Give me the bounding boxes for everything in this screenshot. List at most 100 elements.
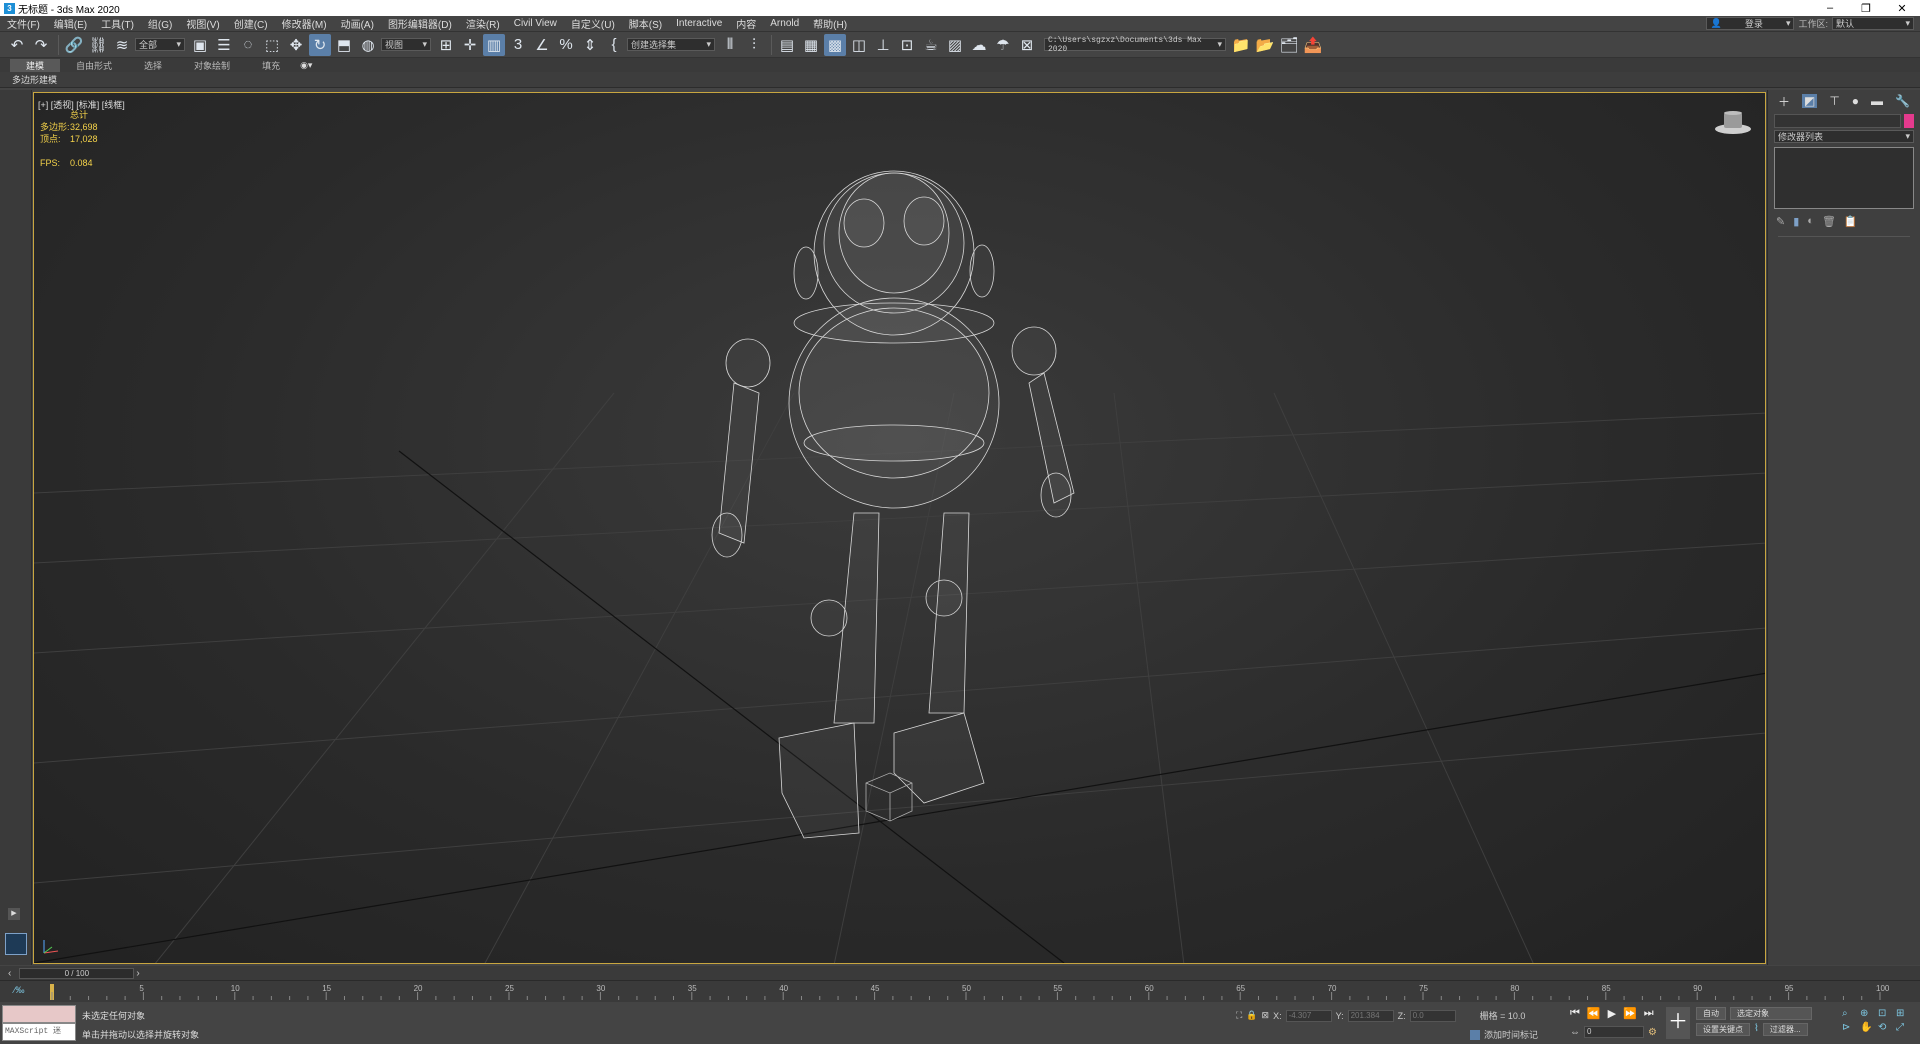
pan-icon[interactable]: ✋ bbox=[1860, 1022, 1876, 1033]
layer-explorer-icon[interactable]: ▦ bbox=[800, 34, 822, 56]
menu-create[interactable]: 创建(C) bbox=[227, 16, 275, 31]
ribbon-toggle-icon[interactable]: ▩ bbox=[824, 33, 846, 56]
display-tab-icon[interactable]: ▬ bbox=[1871, 94, 1883, 108]
menu-graph-editors[interactable]: 图形编辑器(D) bbox=[381, 16, 459, 31]
maxscript-input[interactable]: MAXScript 迷 bbox=[2, 1023, 76, 1041]
pin-stack-icon[interactable]: ✎ bbox=[1776, 215, 1785, 228]
z-coordinate-field[interactable]: 0.0 bbox=[1409, 1009, 1456, 1022]
prev-key-icon[interactable]: ⏪ bbox=[1587, 1007, 1601, 1020]
spinner-snap-icon[interactable]: ⇕ bbox=[579, 34, 601, 56]
fov-icon[interactable]: ⊳ bbox=[1842, 1022, 1858, 1033]
menu-civil-view[interactable]: Civil View bbox=[507, 18, 564, 29]
absolute-mode-icon[interactable]: ⊠ bbox=[1262, 1010, 1270, 1021]
modify-tab-icon[interactable]: ◩ bbox=[1801, 94, 1818, 108]
schematic-view-icon[interactable]: ⊥ bbox=[872, 34, 894, 56]
redo-icon[interactable]: ↷ bbox=[30, 34, 52, 56]
percent-snap-icon[interactable]: % bbox=[555, 34, 577, 56]
auto-key-button[interactable]: 自动 bbox=[1696, 1007, 1726, 1020]
zoom-all-icon[interactable]: ⊕ bbox=[1860, 1008, 1876, 1019]
utilities-tab-icon[interactable]: 🔧 bbox=[1895, 94, 1910, 108]
modifier-stack[interactable] bbox=[1774, 147, 1914, 209]
create-tab-icon[interactable]: ＋ bbox=[1778, 93, 1790, 110]
goto-start-icon[interactable]: ⏮ bbox=[1570, 1007, 1580, 1020]
ribbon-tab-modeling[interactable]: 建模 bbox=[10, 58, 61, 72]
render-gallery-icon[interactable]: ⊠ bbox=[1016, 34, 1038, 56]
key-filters-button[interactable]: 过滤器... bbox=[1762, 1023, 1808, 1036]
ref-coord-dropdown[interactable]: 视图 ▾ bbox=[381, 38, 431, 51]
modifier-list-dropdown[interactable]: 修改器列表 ▾ bbox=[1774, 130, 1914, 143]
close-button[interactable]: ✕ bbox=[1884, 2, 1920, 15]
maxscript-listener[interactable]: MAXScript 迷 bbox=[2, 1005, 76, 1041]
ribbon-options-icon[interactable]: ◉▾ bbox=[300, 60, 312, 71]
maximize-viewport-icon[interactable]: ⤢ bbox=[1896, 1022, 1912, 1033]
named-selection-dropdown[interactable]: 创建选择集 ▾ bbox=[627, 38, 715, 51]
menu-modifiers[interactable]: 修改器(M) bbox=[275, 16, 334, 31]
export-folder-icon[interactable]: 📤 bbox=[1302, 34, 1324, 56]
save-folder-icon[interactable]: 🗂 bbox=[1278, 34, 1300, 56]
show-end-result-icon[interactable]: ▮ bbox=[1793, 215, 1799, 228]
ribbon-tab-freeform[interactable]: 自由形式 bbox=[60, 59, 128, 72]
next-key-icon[interactable]: ⏩ bbox=[1623, 1007, 1637, 1020]
viewcube-hat-icon[interactable] bbox=[1713, 107, 1753, 137]
menu-rendering[interactable]: 渲染(R) bbox=[459, 16, 507, 31]
time-config-icon[interactable]: ⚙ bbox=[1648, 1027, 1657, 1038]
open-folder-icon[interactable]: 📂 bbox=[1254, 34, 1276, 56]
select-object-icon[interactable]: ▣ bbox=[189, 34, 211, 56]
signin-dropdown[interactable]: 👤 登录 ▾ bbox=[1706, 17, 1795, 30]
project-path-dropdown[interactable]: C:\Users\sgzxz\Documents\3ds Max 2020 ▾ bbox=[1044, 36, 1226, 54]
configure-sets-icon[interactable]: 📋 bbox=[1844, 215, 1858, 228]
align-icon[interactable]: ⫶ bbox=[743, 34, 765, 56]
object-color-swatch[interactable] bbox=[1904, 114, 1914, 128]
undo-icon[interactable]: ↶ bbox=[6, 34, 28, 56]
menu-help[interactable]: 帮助(H) bbox=[806, 16, 854, 31]
select-move-icon[interactable]: ✥ bbox=[285, 34, 307, 56]
make-unique-icon[interactable]: ◐ bbox=[1807, 215, 1814, 228]
window-crossing-icon[interactable]: ⬚ bbox=[261, 34, 283, 56]
menu-views[interactable]: 视图(V) bbox=[179, 16, 226, 31]
menu-customize[interactable]: 自定义(U) bbox=[564, 16, 622, 31]
next-frame-icon[interactable]: › bbox=[136, 968, 139, 979]
select-scale-icon[interactable]: ⬒ bbox=[333, 34, 355, 56]
restore-button[interactable]: ❐ bbox=[1848, 2, 1884, 15]
select-place-icon[interactable]: ◍ bbox=[357, 34, 379, 56]
curve-editor-icon[interactable]: ◫ bbox=[848, 34, 870, 56]
pivot-center-icon[interactable]: ⊞ bbox=[435, 34, 457, 56]
menu-edit[interactable]: 编辑(E) bbox=[47, 16, 94, 31]
menu-content[interactable]: 内容 bbox=[729, 16, 763, 31]
perspective-viewport[interactable]: [+] [透视] [标准] [线框] 总计 多边形: 32,698 顶点: 17,0… bbox=[33, 92, 1766, 964]
menu-tools[interactable]: 工具(T) bbox=[94, 16, 141, 31]
region-select-icon[interactable]: ◌ bbox=[237, 34, 259, 56]
key-mode-icon[interactable]: ⁄‰ bbox=[14, 985, 25, 995]
manipulate-icon[interactable]: ✛ bbox=[459, 34, 481, 56]
menu-group[interactable]: 组(G) bbox=[141, 16, 179, 31]
key-mode-toggle-icon[interactable]: ⇔ bbox=[1570, 1027, 1580, 1038]
zoom-icon[interactable]: ⌕ bbox=[1842, 1008, 1858, 1019]
maxscript-output[interactable] bbox=[2, 1005, 76, 1023]
menu-scripting[interactable]: 脚本(S) bbox=[622, 16, 669, 31]
mirror-icon[interactable]: ⫴ bbox=[719, 34, 741, 56]
scene-explorer-icon[interactable]: ▤ bbox=[776, 34, 798, 56]
track-bar[interactable]: 5 10 15 20 25 30 35 40 45 50 55 60 65 70 75 80 85 90 95 100… bbox=[0, 980, 1920, 1002]
menu-arnold[interactable]: Arnold bbox=[763, 18, 806, 29]
remove-modifier-icon[interactable]: 🗑 bbox=[1822, 215, 1836, 228]
rendered-frame-icon[interactable]: ▨ bbox=[944, 34, 966, 56]
orbit-icon[interactable]: ⟲ bbox=[1878, 1022, 1894, 1033]
snap-toggle-icon[interactable]: 3 bbox=[507, 34, 529, 56]
select-by-name-icon[interactable]: ☰ bbox=[213, 34, 235, 56]
x-coordinate-field[interactable]: -4.307 bbox=[1285, 1009, 1332, 1022]
ribbon-tab-selection[interactable]: 选择 bbox=[128, 59, 178, 72]
unlink-icon[interactable]: ⛓ bbox=[87, 34, 109, 56]
hierarchy-tab-icon[interactable]: ⊤ bbox=[1829, 94, 1839, 108]
edit-named-selection-icon[interactable]: { bbox=[603, 34, 625, 56]
bind-space-warp-icon[interactable]: ≋ bbox=[111, 34, 133, 56]
select-rotate-icon[interactable]: ↻ bbox=[309, 33, 331, 56]
render-production-icon[interactable]: ☁ bbox=[968, 34, 990, 56]
link-icon[interactable]: 🔗 bbox=[63, 34, 85, 56]
isolate-icon[interactable]: ⛶ bbox=[1236, 1010, 1242, 1021]
zoom-extents-icon[interactable]: ⊡ bbox=[1878, 1008, 1894, 1019]
goto-end-icon[interactable]: ⏭ bbox=[1644, 1007, 1654, 1020]
y-coordinate-field[interactable]: 201.384 bbox=[1347, 1009, 1394, 1022]
project-folder-icon[interactable]: 📁 bbox=[1230, 34, 1252, 56]
selection-filter-dropdown[interactable]: 全部 ▾ bbox=[135, 38, 185, 51]
render-iterative-icon[interactable]: ☂ bbox=[992, 34, 1014, 56]
